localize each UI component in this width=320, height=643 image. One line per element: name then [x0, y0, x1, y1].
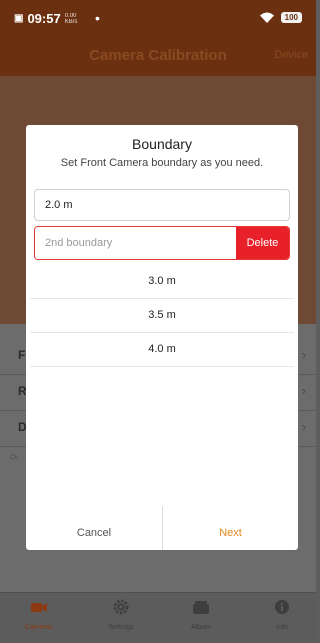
tab-album[interactable]: Album: [171, 599, 231, 631]
tab-info[interactable]: Info: [252, 599, 312, 631]
page-title: Camera Calibration: [89, 47, 227, 64]
app-header: Camera Calibration Device: [0, 40, 316, 76]
net-speed-unit: KB/s: [64, 18, 78, 25]
dialog-title: Boundary: [132, 136, 192, 152]
tab-label: Settings: [108, 624, 134, 631]
dialog-footer: Cancel Next: [26, 506, 298, 550]
delete-button[interactable]: Delete: [236, 227, 289, 259]
second-boundary-input[interactable]: [35, 227, 237, 259]
chevron-right-icon: ›: [301, 347, 306, 362]
cancel-button[interactable]: Cancel: [26, 516, 162, 550]
device-button[interactable]: Device: [274, 49, 308, 61]
chevron-right-icon: ›: [301, 419, 306, 434]
tab-label: Album: [191, 624, 211, 631]
list-item-label: F: [18, 348, 26, 362]
tab-cameras[interactable]: Cameras: [9, 599, 69, 631]
status-left: ▣ 09:57 0.00 KB/s: [14, 11, 77, 26]
second-boundary-field: Delete: [34, 226, 290, 260]
bottom-nav: Cameras Settings Album Info: [0, 592, 316, 643]
status-bar: ▣ 09:57 0.00 KB/s • 100: [0, 0, 316, 40]
status-right: 100: [259, 11, 302, 24]
album-icon: [193, 601, 209, 614]
tab-label: Cameras: [24, 624, 54, 631]
boundary-option[interactable]: 3.5 m: [30, 299, 294, 333]
boundary-options-list: 3.0 m 3.5 m 4.0 m: [30, 265, 294, 367]
dialog-subtitle: Set Front Camera boundary as you need.: [60, 157, 264, 169]
wifi-icon: [259, 12, 274, 23]
first-boundary-field[interactable]: 2.0 m: [34, 189, 290, 221]
boundary-dialog: Boundary Set Front Camera boundary as yo…: [26, 125, 298, 550]
battery-icon: 100: [280, 12, 302, 23]
info-icon: [275, 600, 289, 614]
tab-label: Info: [276, 624, 288, 631]
net-speed: 0.00 KB/s: [65, 13, 78, 25]
sim-icon: ▣: [14, 13, 24, 24]
tab-settings[interactable]: Settings: [91, 599, 151, 631]
next-button[interactable]: Next: [163, 516, 298, 550]
list-note: Ch: [10, 455, 18, 461]
boundary-option[interactable]: 3.0 m: [30, 265, 294, 299]
gear-icon: [113, 599, 129, 615]
boundary-option[interactable]: 4.0 m: [30, 333, 294, 367]
notification-dot: •: [95, 10, 100, 26]
camera-icon: [31, 603, 47, 612]
status-time: 09:57: [27, 11, 61, 26]
chevron-right-icon: ›: [301, 383, 306, 398]
